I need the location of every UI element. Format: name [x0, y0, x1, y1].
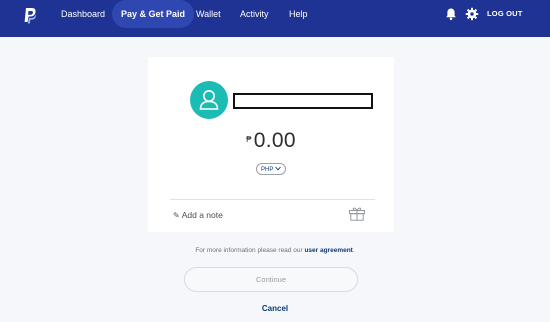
- info-suffix: .: [352, 247, 355, 254]
- recipient-name-box: [233, 93, 373, 109]
- nav-help[interactable]: Help: [289, 0, 308, 28]
- currency-symbol: ₱: [246, 135, 252, 144]
- chevron-down-icon: [275, 166, 281, 171]
- user-icon: [199, 90, 219, 110]
- nav-pay-and-get-paid[interactable]: Pay & Get Paid: [112, 0, 195, 28]
- divider: [170, 199, 375, 200]
- user-agreement-link[interactable]: user agreement: [304, 247, 352, 254]
- nav-dashboard[interactable]: Dashboard: [61, 0, 105, 28]
- top-navigation-bar: Dashboard Pay & Get Paid Wallet Activity…: [0, 0, 550, 37]
- send-money-card: ₱0.00 PHP ✎ Add a note: [148, 57, 394, 232]
- info-prefix: For more information please read our: [195, 247, 303, 254]
- bell-icon[interactable]: [444, 7, 458, 21]
- paypal-logo[interactable]: [23, 7, 37, 25]
- nav-activity[interactable]: Activity: [240, 0, 269, 28]
- info-text: For more information please read our use…: [0, 247, 550, 254]
- amount-display[interactable]: ₱0.00: [148, 129, 394, 153]
- continue-button[interactable]: Continue: [184, 267, 358, 292]
- amount-value: 0.00: [253, 129, 296, 152]
- logout-button[interactable]: LOG OUT: [487, 0, 523, 28]
- nav-wallet[interactable]: Wallet: [196, 0, 221, 28]
- currency-selector[interactable]: PHP: [256, 163, 286, 175]
- pencil-icon: ✎: [173, 211, 180, 220]
- gift-icon[interactable]: [348, 206, 366, 221]
- avatar: [190, 81, 228, 119]
- cancel-link[interactable]: Cancel: [0, 304, 550, 313]
- add-note-button[interactable]: ✎ Add a note: [173, 210, 223, 220]
- gear-icon[interactable]: [465, 7, 479, 21]
- add-note-label: Add a note: [181, 210, 223, 220]
- currency-label: PHP: [261, 167, 274, 173]
